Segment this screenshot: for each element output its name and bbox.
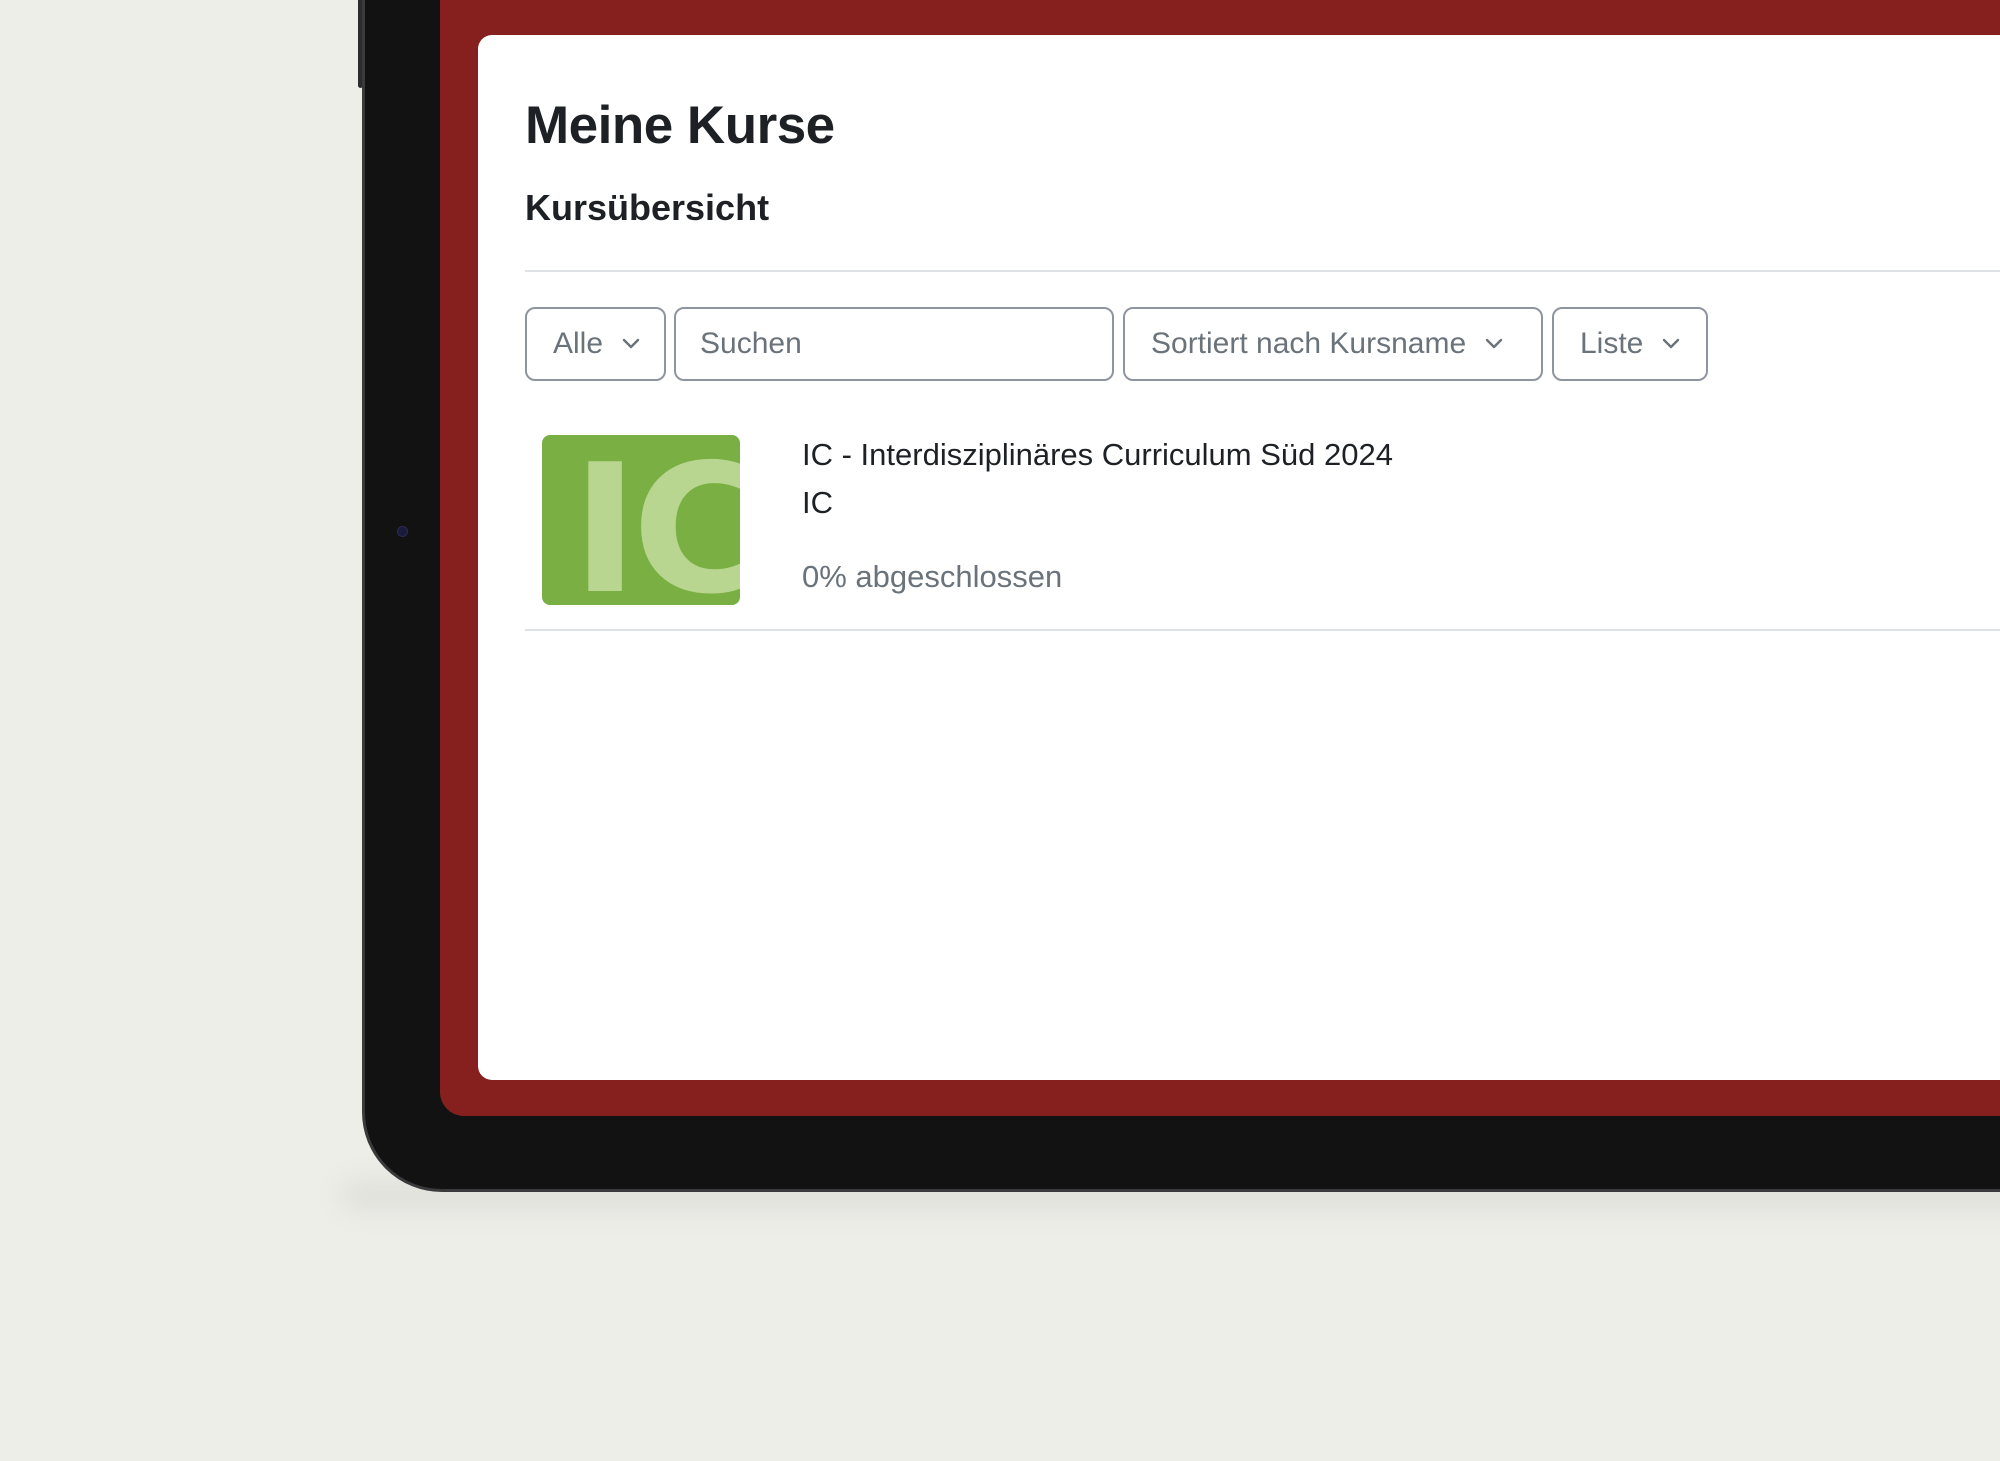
course-thumbnail-text: IC bbox=[572, 435, 740, 606]
course-short-name: IC bbox=[802, 485, 833, 520]
main-content: Meine Kurse Kursübersicht Alle Sortiert … bbox=[478, 35, 2000, 1080]
course-thumbnail[interactable]: IC bbox=[542, 435, 740, 605]
chevron-down-icon bbox=[1661, 334, 1681, 354]
divider bbox=[525, 629, 2000, 631]
page-title: Meine Kurse bbox=[525, 96, 835, 155]
list-item: IC IC - Interdisziplinäres Curriculum Sü… bbox=[525, 435, 2000, 625]
grouping-dropdown[interactable]: Alle bbox=[525, 307, 666, 381]
grouping-dropdown-label: Alle bbox=[553, 327, 604, 360]
search-input[interactable] bbox=[674, 307, 1114, 381]
view-dropdown-label: Liste bbox=[1580, 327, 1644, 360]
divider bbox=[525, 270, 2000, 272]
view-dropdown[interactable]: Liste bbox=[1552, 307, 1708, 381]
course-progress: 0% abgeschlossen bbox=[802, 559, 1063, 594]
chevron-down-icon bbox=[1484, 334, 1504, 354]
sort-dropdown[interactable]: Sortiert nach Kursname bbox=[1123, 307, 1543, 381]
section-title: Kursübersicht bbox=[525, 187, 770, 228]
course-name-link[interactable]: IC - Interdisziplinäres Curriculum Süd 2… bbox=[802, 437, 1393, 473]
camera-icon bbox=[397, 526, 408, 537]
chevron-down-icon bbox=[621, 334, 640, 354]
sort-dropdown-label: Sortiert nach Kursname bbox=[1151, 327, 1467, 360]
